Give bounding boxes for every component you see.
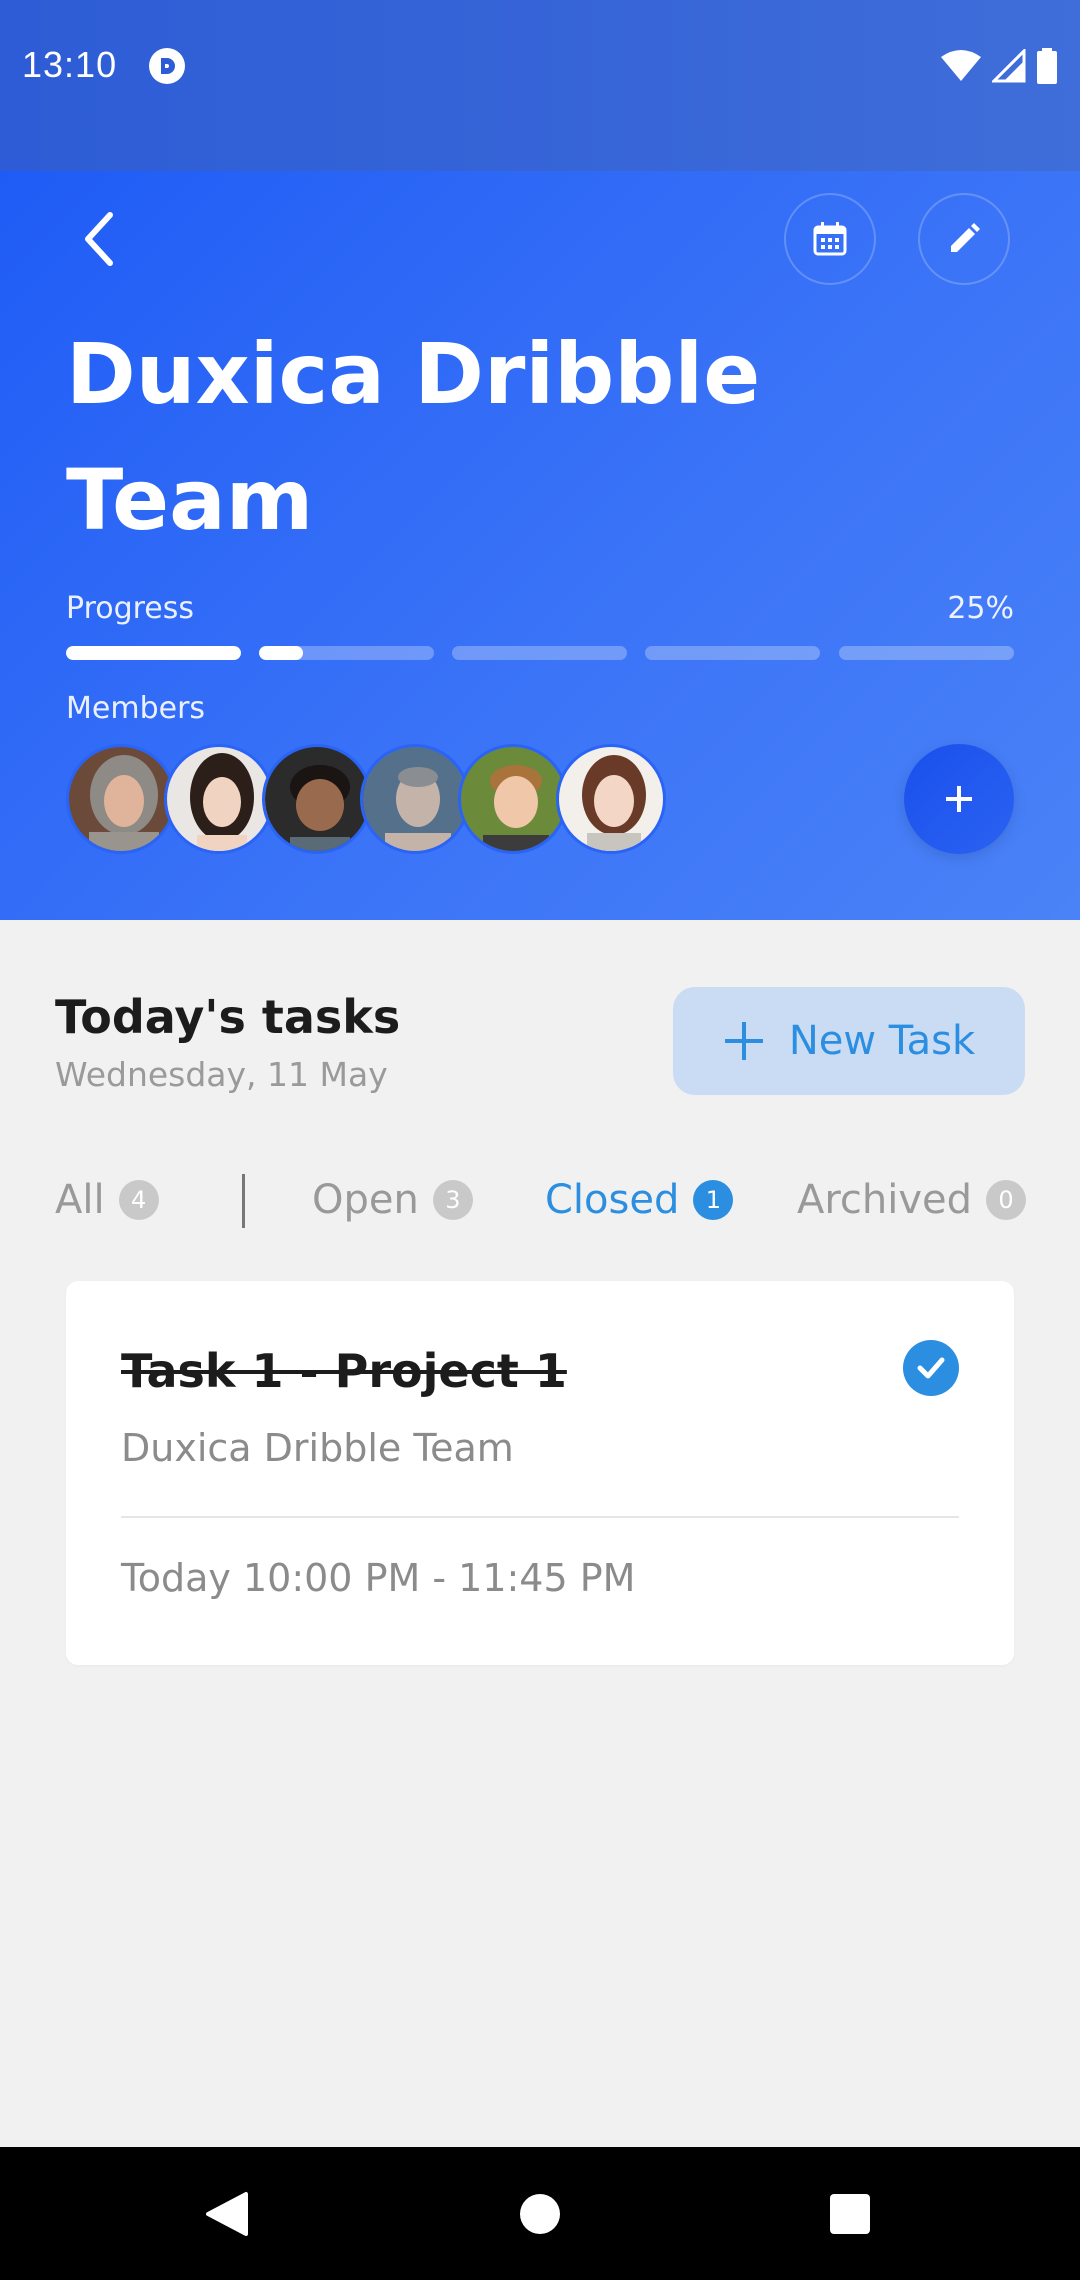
project-title-line-2: Team bbox=[66, 451, 314, 549]
circle-home-icon bbox=[520, 2194, 560, 2234]
tab-label: Archived bbox=[797, 1177, 973, 1223]
progress-percent: 25% bbox=[947, 591, 1014, 626]
project-header: Duxica Dribble Team Progress 25% Members bbox=[0, 171, 1080, 920]
app-notification-icon bbox=[149, 48, 185, 84]
progress-segment-fill bbox=[66, 646, 241, 660]
avatar[interactable] bbox=[360, 744, 470, 854]
avatar-image bbox=[461, 747, 565, 851]
avatar[interactable] bbox=[66, 744, 176, 854]
status-time: 13:10 bbox=[22, 44, 118, 85]
tab-count-badge: 3 bbox=[432, 1180, 473, 1220]
task-card[interactable]: Task 1 - Project 1 Duxica Dribble Team T… bbox=[66, 1281, 1014, 1665]
project-title: Duxica Dribble Team bbox=[66, 311, 886, 563]
tab-divider bbox=[242, 1174, 245, 1228]
progress-segment bbox=[645, 646, 820, 660]
chevron-left-icon bbox=[85, 212, 113, 266]
check-icon bbox=[917, 1357, 945, 1379]
nav-home-button[interactable] bbox=[509, 2183, 571, 2245]
avatar-image bbox=[265, 747, 369, 851]
tab-open[interactable]: Open 3 bbox=[312, 1170, 473, 1230]
plus-icon bbox=[946, 786, 972, 812]
member-avatars bbox=[66, 744, 686, 856]
task-time: Today 10:00 PM - 11:45 PM bbox=[121, 1556, 636, 1600]
progress-bar bbox=[66, 646, 1014, 660]
avatar-image bbox=[559, 747, 663, 851]
progress-segment bbox=[839, 646, 1014, 660]
task-title: Task 1 - Project 1 bbox=[121, 1344, 567, 1398]
triangle-back-icon bbox=[206, 2192, 248, 2236]
square-recents-icon bbox=[830, 2194, 870, 2234]
progress-segment bbox=[452, 646, 627, 660]
tasks-section-title: Today's tasks bbox=[55, 990, 401, 1044]
tab-label: Closed bbox=[545, 1177, 680, 1223]
new-task-button[interactable]: New Task bbox=[673, 987, 1025, 1095]
tab-all[interactable]: All 4 bbox=[55, 1170, 159, 1230]
tab-label: Open bbox=[312, 1177, 419, 1223]
tasks-date: Wednesday, 11 May bbox=[55, 1055, 388, 1094]
avatar[interactable] bbox=[556, 744, 666, 854]
back-button[interactable] bbox=[66, 207, 130, 271]
tab-archived[interactable]: Archived 0 bbox=[797, 1170, 1027, 1230]
tab-count-badge: 4 bbox=[118, 1180, 159, 1220]
system-nav-bar bbox=[0, 2147, 1080, 2280]
avatar[interactable] bbox=[262, 744, 372, 854]
status-bar: 13:10 bbox=[0, 0, 1080, 171]
plus-icon bbox=[724, 1022, 763, 1060]
add-member-button[interactable] bbox=[904, 744, 1014, 854]
status-indicators bbox=[940, 48, 1058, 84]
calendar-icon bbox=[813, 222, 847, 256]
tab-closed[interactable]: Closed 1 bbox=[545, 1170, 734, 1230]
avatar-image bbox=[69, 747, 173, 851]
nav-back-button[interactable] bbox=[196, 2183, 258, 2245]
wifi-icon bbox=[941, 50, 981, 81]
task-filter-tabs: All 4 Open 3 Closed 1 Archived 0 bbox=[55, 1170, 1027, 1230]
tab-label: All bbox=[55, 1177, 105, 1223]
edit-button[interactable] bbox=[918, 193, 1010, 285]
signal-icon bbox=[992, 49, 1026, 83]
pencil-icon bbox=[951, 223, 980, 252]
progress-label: Progress bbox=[66, 591, 195, 626]
new-task-label: New Task bbox=[788, 1018, 976, 1064]
avatar[interactable] bbox=[164, 744, 274, 854]
task-complete-toggle[interactable] bbox=[903, 1340, 959, 1396]
task-team: Duxica Dribble Team bbox=[121, 1426, 514, 1470]
avatar[interactable] bbox=[458, 744, 568, 854]
progress-segment bbox=[66, 646, 241, 660]
progress-segment-fill bbox=[259, 646, 303, 660]
progress-segment bbox=[259, 646, 434, 660]
tab-count-badge: 0 bbox=[986, 1180, 1027, 1220]
avatar-image bbox=[167, 747, 271, 851]
battery-icon bbox=[1037, 48, 1057, 84]
avatar-image bbox=[363, 747, 467, 851]
members-label: Members bbox=[66, 691, 206, 726]
task-divider bbox=[121, 1516, 959, 1518]
project-title-line-1: Duxica Dribble bbox=[66, 325, 761, 423]
nav-recents-button[interactable] bbox=[819, 2183, 881, 2245]
tab-count-badge: 1 bbox=[693, 1180, 734, 1220]
calendar-button[interactable] bbox=[784, 193, 876, 285]
